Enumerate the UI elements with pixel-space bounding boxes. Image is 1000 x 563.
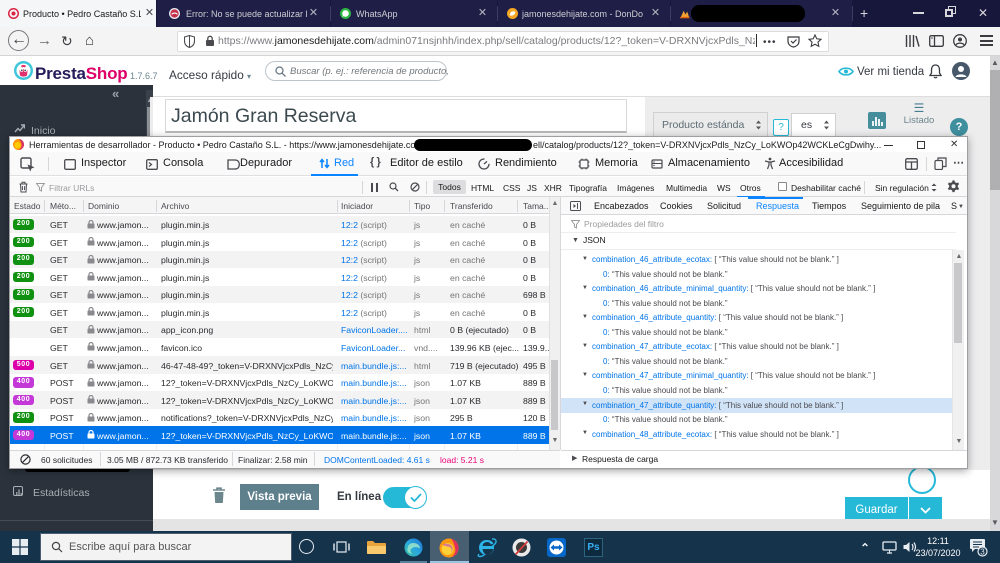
svg-text:3: 3 xyxy=(980,548,985,557)
